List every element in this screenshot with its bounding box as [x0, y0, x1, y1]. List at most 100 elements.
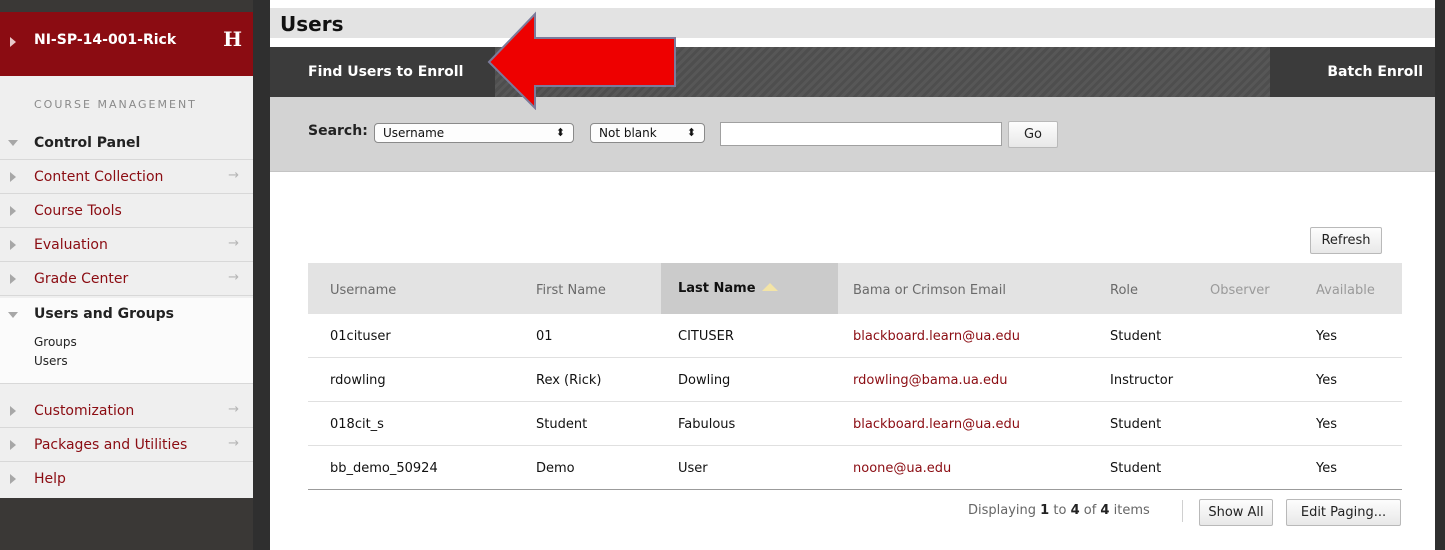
paging-from: 1 [1040, 503, 1050, 518]
paging-of-word: of [1083, 503, 1097, 518]
sort-ascending-icon [761, 283, 778, 291]
menu-label: Packages and Utilities [34, 437, 188, 453]
menu-label: Evaluation [34, 237, 108, 253]
cell-first-name: Demo [536, 461, 575, 476]
arrow-shape [487, 11, 676, 110]
paging-prefix: Displaying [968, 503, 1037, 518]
menu-label: Content Collection [34, 169, 164, 185]
cell-available: Yes [1316, 329, 1337, 344]
cell-role: Student [1110, 461, 1162, 476]
cell-role: Student [1110, 329, 1162, 344]
cell-last-name: Fabulous [678, 417, 736, 432]
select-value: Not blank [599, 126, 657, 140]
expand-triangle-icon [10, 240, 16, 250]
expand-triangle-icon [10, 172, 16, 182]
menu-evaluation[interactable]: Evaluation → [0, 228, 253, 262]
cell-last-name: User [678, 461, 708, 476]
search-label: Search: [308, 123, 368, 139]
batch-enroll-users-button[interactable]: Batch Enroll Users [1270, 47, 1435, 130]
header-label: Last Name [678, 281, 756, 296]
cell-first-name: Student [536, 417, 588, 432]
red-arrow-annotation [487, 11, 676, 110]
search-input[interactable] [720, 122, 1002, 146]
submenu-users[interactable]: Users [34, 354, 68, 368]
column-header-username[interactable]: Username [330, 283, 396, 298]
menu-users-and-groups[interactable]: Users and Groups Groups Users [0, 298, 253, 384]
go-button[interactable]: Go [1008, 121, 1058, 148]
page-title-bar: Users [270, 8, 1435, 38]
paging-summary: Displaying 1 to 4 of 4 items [968, 503, 1150, 518]
find-users-to-enroll-button[interactable]: Find Users to Enroll [270, 47, 495, 97]
cell-available: Yes [1316, 373, 1337, 388]
paging-total: 4 [1100, 503, 1110, 518]
submenu-groups[interactable]: Groups [34, 335, 77, 349]
course-header[interactable]: NI-SP-14-001-Rick H [0, 12, 253, 76]
course-title[interactable]: NI-SP-14-001-Rick [34, 32, 176, 48]
menu-label: Help [34, 471, 66, 487]
cell-role: Student [1110, 417, 1162, 432]
select-value: Username [383, 126, 445, 140]
menu-content-collection[interactable]: Content Collection → [0, 160, 253, 194]
table-row: bb_demo_50924 Demo User noone@ua.edu Stu… [308, 446, 1402, 490]
search-condition-select[interactable]: Not blank ⬍ [590, 123, 705, 143]
column-header-email[interactable]: Bama or Crimson Email [853, 283, 1006, 298]
cell-role: Instructor [1110, 373, 1174, 388]
expand-triangle-icon [10, 406, 16, 416]
menu-course-tools[interactable]: Course Tools [0, 194, 253, 228]
menu-label: Customization [34, 403, 135, 419]
menu-customization[interactable]: Customization → [0, 394, 253, 428]
column-header-first-name[interactable]: First Name [536, 283, 606, 298]
chevron-updown-icon: ⬍ [555, 126, 565, 139]
menu-label: Control Panel [34, 135, 141, 151]
show-all-button[interactable]: Show All [1199, 499, 1273, 526]
menu-packages-and-utilities[interactable]: Packages and Utilities → [0, 428, 253, 462]
menu-control-panel[interactable]: Control Panel [0, 126, 253, 160]
section-label: COURSE MANAGEMENT [34, 98, 197, 111]
column-header-available: Available [1316, 283, 1375, 298]
expand-triangle-icon [10, 206, 16, 216]
cell-email-link[interactable]: blackboard.learn@ua.edu [853, 417, 1020, 432]
expand-triangle-icon [10, 474, 16, 484]
search-field-select[interactable]: Username ⬍ [374, 123, 574, 143]
expand-triangle-icon [10, 274, 16, 284]
table-header: Username First Name Last Name Bama or Cr… [308, 263, 1402, 314]
expand-triangle-icon[interactable] [10, 37, 16, 47]
cell-first-name: Rex (Rick) [536, 373, 602, 388]
course-management-panel: COURSE MANAGEMENT Control Panel Content … [0, 76, 253, 498]
page-title: Users [280, 12, 344, 36]
arrow-right-icon[interactable]: → [228, 436, 239, 451]
main-content: Users Find Users to Enroll Batch Enroll … [270, 0, 1435, 550]
cell-username: 018cit_s [330, 417, 384, 432]
arrow-right-icon[interactable]: → [228, 402, 239, 417]
edit-paging-button[interactable]: Edit Paging... [1286, 499, 1401, 526]
collapse-triangle-icon [8, 312, 18, 318]
cell-email-link[interactable]: blackboard.learn@ua.edu [853, 329, 1020, 344]
collapse-triangle-icon [8, 140, 18, 146]
arrow-right-icon[interactable]: → [228, 236, 239, 251]
refresh-button[interactable]: Refresh [1310, 227, 1382, 254]
menu-label: Users and Groups [34, 306, 174, 322]
course-sidebar: NI-SP-14-001-Rick H COURSE MANAGEMENT Co… [0, 0, 253, 550]
expand-triangle-icon [10, 440, 16, 450]
menu-label: Grade Center [34, 271, 129, 287]
university-logo: H [223, 27, 242, 51]
table-row: 01cituser 01 CITUSER blackboard.learn@ua… [308, 314, 1402, 358]
table-row: rdowling Rex (Rick) Dowling rdowling@bam… [308, 358, 1402, 402]
menu-grade-center[interactable]: Grade Center → [0, 262, 253, 296]
cell-last-name: Dowling [678, 373, 731, 388]
arrow-right-icon[interactable]: → [228, 270, 239, 285]
cell-email-link[interactable]: rdowling@bama.ua.edu [853, 373, 1007, 388]
cell-username: bb_demo_50924 [330, 461, 438, 476]
column-header-role[interactable]: Role [1110, 283, 1138, 298]
cell-first-name: 01 [536, 329, 553, 344]
column-header-last-name[interactable]: Last Name [678, 281, 778, 296]
arrow-right-icon[interactable]: → [228, 168, 239, 183]
action-bar: Find Users to Enroll Batch Enroll Users [270, 47, 1435, 130]
cell-available: Yes [1316, 417, 1337, 432]
paging-to: 4 [1070, 503, 1080, 518]
paging-to-word: to [1053, 503, 1067, 518]
menu-label: Course Tools [34, 203, 122, 219]
cell-available: Yes [1316, 461, 1337, 476]
menu-help[interactable]: Help [0, 462, 253, 496]
cell-email-link[interactable]: noone@ua.edu [853, 461, 951, 476]
